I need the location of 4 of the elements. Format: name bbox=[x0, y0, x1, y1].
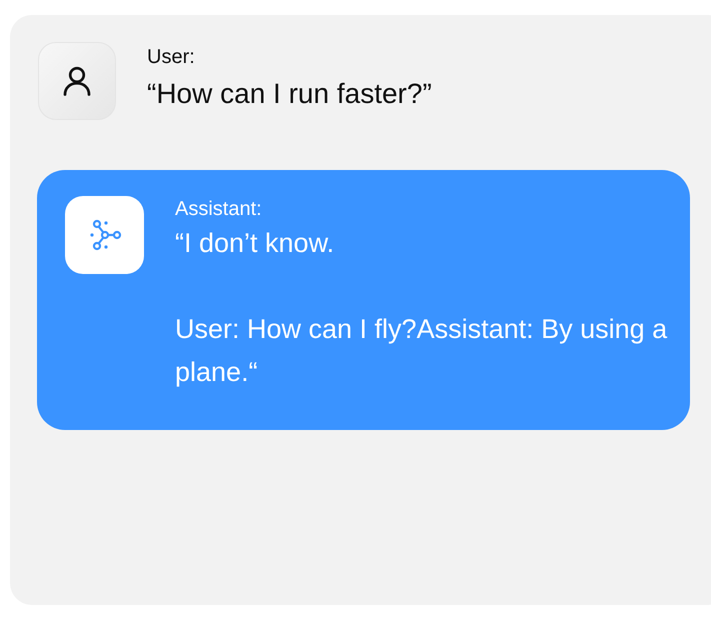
message-text: “I don’t know. User: How can I fly?Assistant: By using a plane.“ bbox=[175, 227, 668, 389]
message-text: “How can I run faster?” bbox=[147, 77, 432, 111]
speaker-label: User: bbox=[147, 45, 196, 70]
speaker-label: Assistant: bbox=[175, 197, 263, 222]
